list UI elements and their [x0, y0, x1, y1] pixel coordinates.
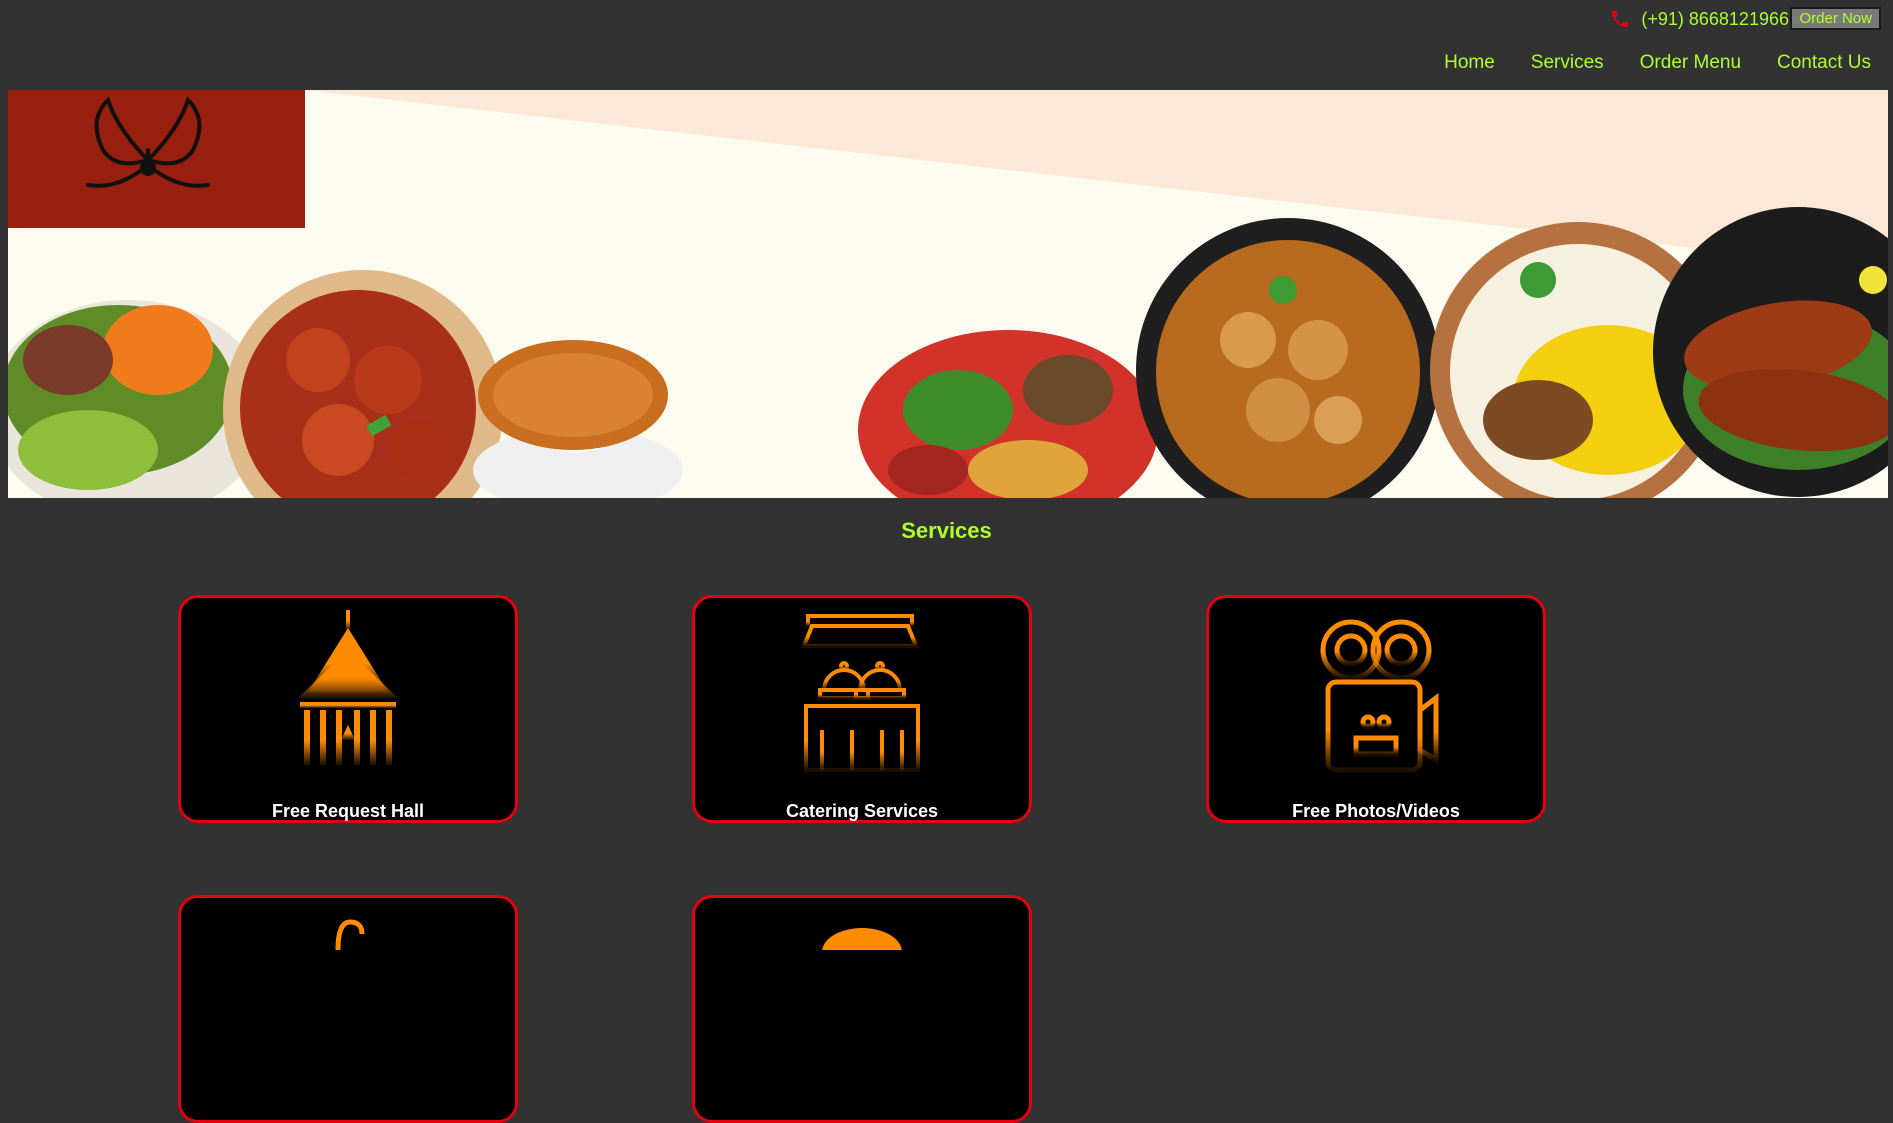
main-nav: Home Services Order Menu Contact Us — [1444, 52, 1871, 74]
services-heading: Services — [901, 518, 992, 543]
hero-banner — [8, 90, 1888, 498]
partial-icon-4 — [335, 919, 365, 950]
video-camera-icon — [1320, 619, 1439, 773]
logo[interactable] — [8, 90, 305, 228]
hall-icon — [298, 610, 398, 765]
phone-icon — [1612, 10, 1629, 28]
service-card-free-photos-videos[interactable]: Free Photos/Videos — [1206, 595, 1546, 823]
service-card-5[interactable] — [692, 895, 1032, 1123]
partial-icon-5 — [822, 928, 902, 950]
chilli-chicken-image — [223, 270, 503, 498]
service-card-4[interactable] — [178, 895, 518, 1123]
service-card-catering-services[interactable]: Catering Services — [692, 595, 1032, 823]
soup-image — [473, 340, 683, 498]
nav-order-menu[interactable]: Order Menu — [1640, 52, 1741, 74]
butterfly-logo-icon — [86, 96, 210, 188]
service-label: Free Request Hall — [271, 801, 425, 821]
catering-icon — [801, 614, 920, 772]
service-card-free-request-hall[interactable]: Free Request Hall — [178, 595, 518, 823]
top-bar: (+91) 8668121966 Order Now Home Services… — [0, 0, 1893, 90]
service-label: Free Photos/Videos — [1292, 801, 1460, 821]
nav-home[interactable]: Home — [1444, 52, 1495, 74]
nav-services[interactable]: Services — [1531, 52, 1604, 74]
chicken-curry-image — [1136, 218, 1440, 498]
nav-contact-us[interactable]: Contact Us — [1777, 52, 1871, 74]
chilli-vegetables-image — [858, 330, 1158, 498]
service-label: Catering Services — [785, 801, 939, 821]
phone-contact[interactable]: (+91) 8668121966 — [1609, 8, 1789, 30]
phone-number[interactable]: (+91) 8668121966 — [1641, 9, 1789, 30]
order-now-button[interactable]: Order Now — [1790, 7, 1881, 30]
